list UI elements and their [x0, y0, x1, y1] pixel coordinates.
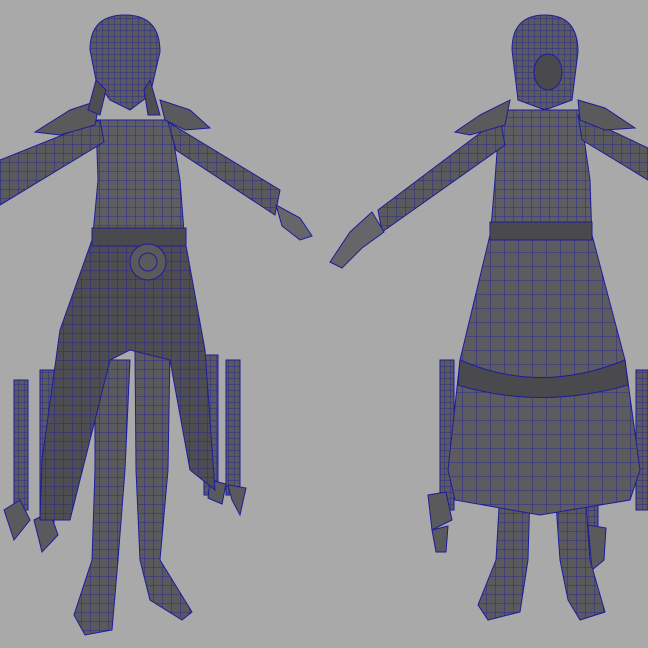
- 3d-viewport[interactable]: [0, 0, 648, 648]
- character-model-front[interactable]: [0, 14, 313, 636]
- character-model-back[interactable]: [329, 14, 648, 621]
- head-front: [87, 14, 161, 116]
- skirt-back: [447, 234, 641, 516]
- head-back: [511, 14, 579, 111]
- viewport-canvas[interactable]: [0, 0, 648, 648]
- torso-back: [489, 109, 593, 241]
